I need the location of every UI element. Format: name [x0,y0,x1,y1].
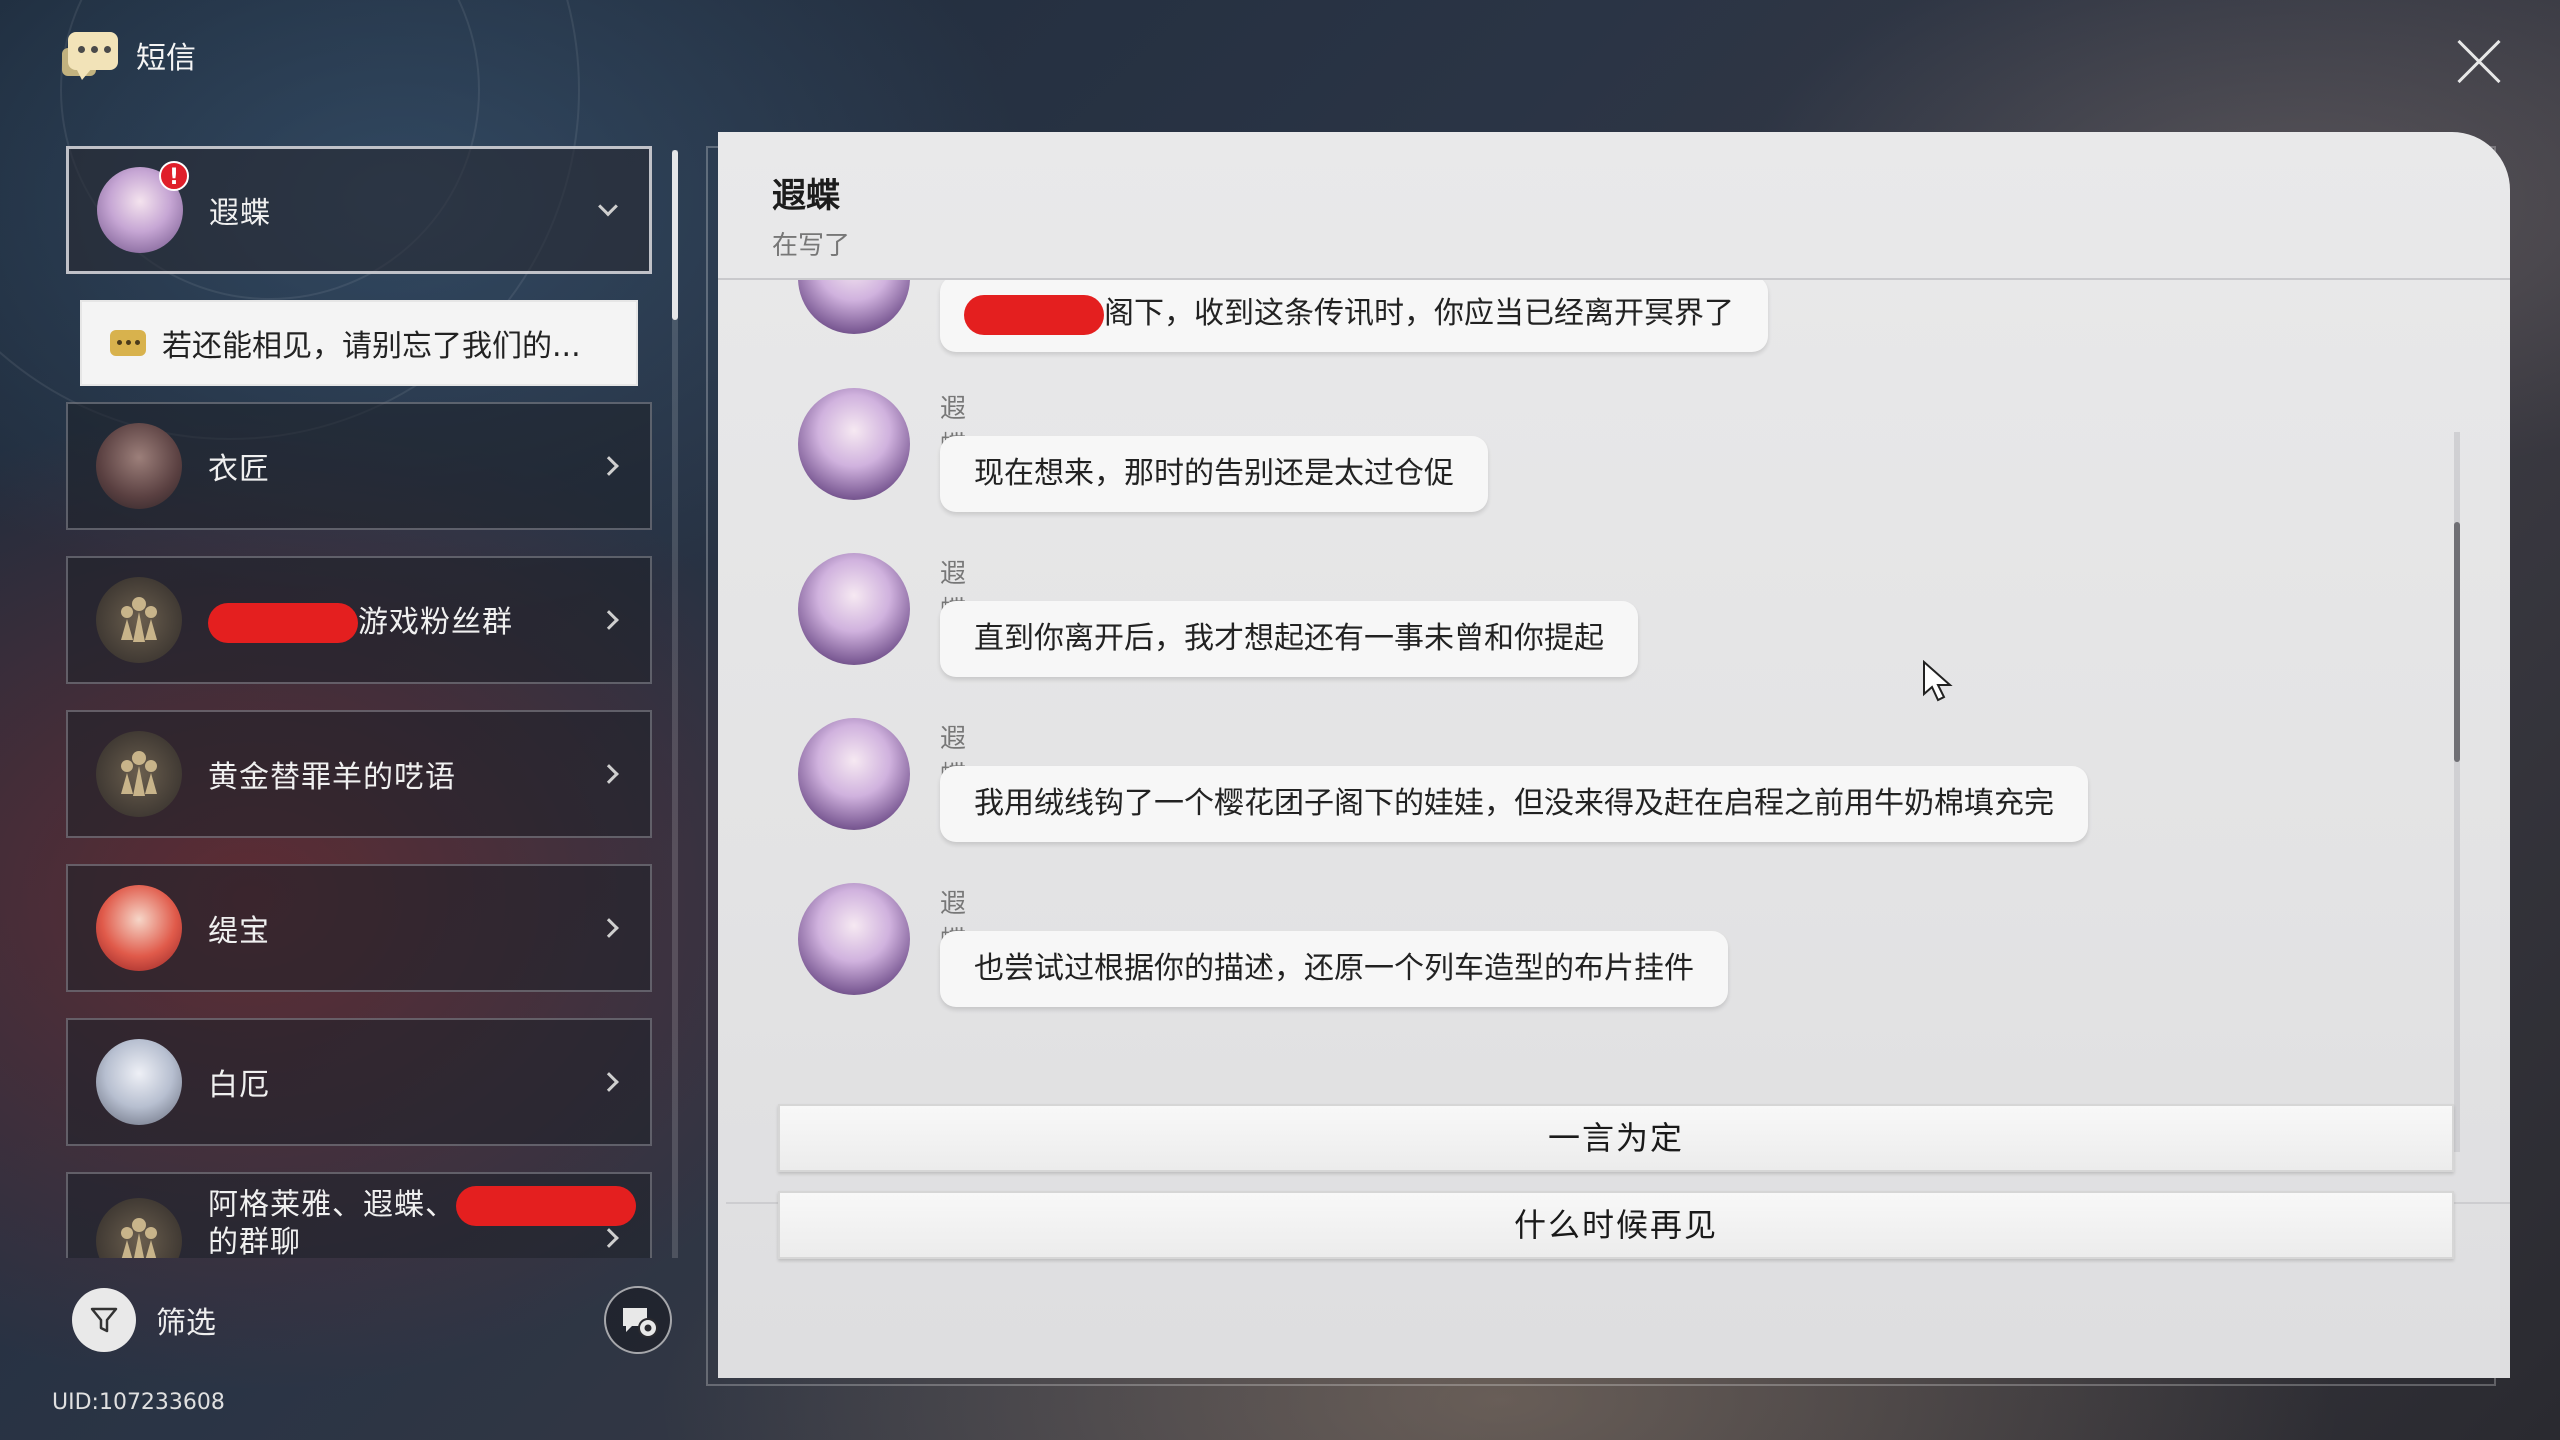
contact-item-tailor[interactable]: 衣匠 [66,402,652,530]
message-bubble: 也尝试过根据你的描述，还原一个列车造型的布片挂件 [940,931,1728,1007]
filter-button[interactable]: 筛选 [72,1288,216,1352]
message-bubble: 阁下，收到这条传讯时，你应当已经离开冥界了 [940,280,1768,352]
chevron-right-icon [599,1072,619,1092]
uid-label: UID:107233608 [52,1390,225,1415]
chevron-right-icon [599,610,619,630]
typing-status: 在写了 [772,231,851,261]
message-settings-button[interactable] [604,1286,672,1354]
chevron-down-icon [598,196,618,217]
redaction-mark [456,1186,636,1226]
avatar [798,280,910,334]
chat-panel: 遐蝶 在写了 阁下，收到这条传讯时，你应当已经离开冥界了 遐蝶 现在想来，那时的… [718,132,2510,1378]
unread-badge: ! [159,161,189,191]
message-icon [62,30,118,80]
avatar [96,423,182,509]
avatar [96,885,182,971]
filter-icon [72,1288,136,1352]
avatar [96,1039,182,1125]
contact-name: 游戏粉丝群 [208,597,513,644]
group-icon [121,1218,157,1258]
chat-contact-name: 遐蝶 [772,176,840,216]
message-settings-icon [623,1308,658,1338]
contact-item-tibao[interactable]: 缇宝 [66,864,652,992]
mouse-cursor-icon [1923,660,1953,702]
chevron-right-icon [599,764,619,784]
reply-option-1[interactable]: 一言为定 [778,1104,2454,1172]
contact-list: ! 遐蝶 若还能相见，请别忘了我们的... 衣匠 游戏粉丝群 黄金替罪羊的呓语 … [66,146,686,1258]
filter-label: 筛选 [156,1306,216,1341]
app-header: 短信 [62,30,196,80]
message-bubble: 我用绒线钩了一个樱花团子阁下的娃娃，但没来得及赶在启程之前用牛奶棉填充完 [940,766,2088,842]
contact-name: 缇宝 [208,914,270,949]
message-bubble: 现在想来，那时的告别还是太过仓促 [940,436,1488,512]
contact-item-firefly[interactable]: ! 遐蝶 [66,146,652,274]
contact-name: 遐蝶 [209,196,271,231]
redaction-mark [208,603,358,644]
avatar [96,1198,182,1258]
chat-header: 遐蝶 在写了 [772,168,850,262]
contact-name: 白厄 [208,1068,270,1103]
group-icon [121,751,157,796]
avatar [96,731,182,817]
contact-item-group-chat[interactable]: 阿格莱雅、遐蝶、 的群聊 [66,1172,652,1258]
message-icon [110,330,146,356]
avatar [798,883,910,995]
contact-name: 衣匠 [208,452,270,487]
chevron-right-icon [599,918,619,938]
avatar [798,388,910,500]
contact-name: 阿格莱雅、遐蝶、 的群聊 [208,1174,636,1258]
chevron-right-icon [599,456,619,476]
reply-option-2[interactable]: 什么时候再见 [778,1191,2454,1259]
avatar [798,553,910,665]
contact-name: 黄金替罪羊的呓语 [208,760,456,795]
redaction-mark [964,294,1104,335]
group-icon [121,597,157,642]
close-icon[interactable] [2454,36,2504,86]
avatar [96,577,182,663]
message-bubble: 直到你离开后，我才想起还有一事未曾和你提起 [940,601,1638,677]
avatar: ! [97,161,189,253]
contact-item-fan-group[interactable]: 游戏粉丝群 [66,556,652,684]
latest-message-preview[interactable]: 若还能相见，请别忘了我们的... [80,300,638,386]
contact-item-baie[interactable]: 白厄 [66,1018,652,1146]
avatar [798,718,910,830]
contact-item-golden-scapegoat[interactable]: 黄金替罪羊的呓语 [66,710,652,838]
app-title: 短信 [136,41,196,76]
chat-scrollbar[interactable] [2454,522,2460,762]
preview-text: 若还能相见，请别忘了我们的... [162,329,581,364]
message-list[interactable]: 阁下，收到这条传讯时，你应当已经离开冥界了 遐蝶 现在想来，那时的告别还是太过仓… [718,280,2510,1200]
